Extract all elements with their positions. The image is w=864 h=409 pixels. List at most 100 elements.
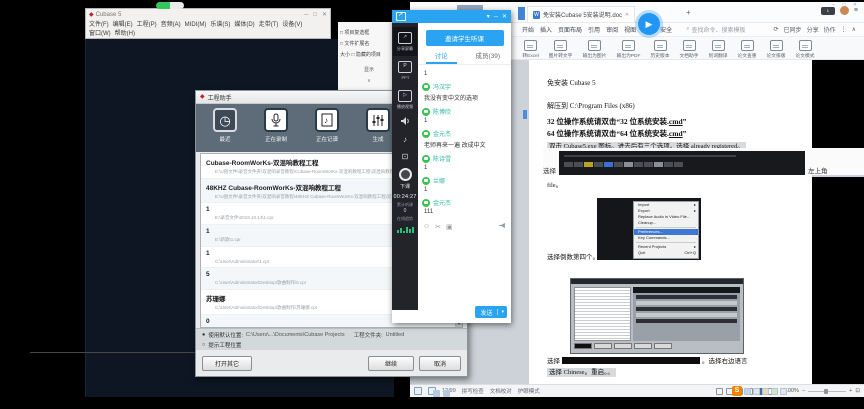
cancel-button[interactable]: 取消 (419, 356, 461, 371)
wps-menu-review[interactable]: 审阅 (606, 25, 618, 34)
tab-discussion[interactable]: 讨论 (418, 50, 465, 64)
category-recent[interactable]: ◷ 最近 (202, 108, 248, 148)
cubase-maximize-button[interactable]: □ (313, 12, 317, 18)
screenshot-scissors-icon[interactable]: ✂ (435, 223, 441, 231)
emoji-icon[interactable]: ☺ (423, 223, 430, 230)
classroom-titlebar[interactable]: ▾ ─ ✕ (392, 10, 511, 23)
zoom-slider[interactable] (808, 391, 846, 392)
send-button[interactable]: 发送 ▾ (475, 306, 507, 318)
cubase-menu-edit[interactable]: 编辑(E) (113, 21, 133, 30)
cubase-menu-project[interactable]: 工程(P) (137, 21, 157, 30)
cubase-menu-file[interactable]: 文件(F) (89, 21, 109, 30)
radio-on-icon[interactable]: ● (202, 332, 205, 338)
spellcheck-label[interactable]: 拼写检查 (462, 387, 484, 395)
ime-tool-icon[interactable] (771, 388, 778, 395)
zoom-in-button[interactable]: + (849, 388, 852, 394)
wps-menu-insert[interactable]: 插入 (540, 25, 552, 34)
image-upload-icon[interactable]: ▣ (446, 223, 453, 231)
category-recording[interactable]: 正在录制 (253, 108, 299, 148)
cubase-titlebar[interactable]: ◆ Cubase 5 ─ □ ✕ (86, 9, 330, 20)
sidebar-share-screen[interactable]: ↗ 分享屏幕 (393, 27, 417, 56)
music-icon[interactable]: ♪ (403, 131, 407, 148)
zoom-out-button[interactable]: − (802, 388, 805, 394)
ime-settings-icon[interactable] (780, 388, 787, 395)
project-folder-value[interactable]: Untitled (386, 332, 405, 338)
toolbar-export-image[interactable]: 输出为图片 (582, 40, 607, 59)
wps-menu-security[interactable]: 安全 (660, 25, 672, 34)
chat-message-list[interactable]: 1 冯汉宇 我没有变中文的选项 陈博欣 1 金元杰 老师再来一遍 改成中文 陈诗… (418, 65, 511, 220)
cubase-menu-window[interactable]: 窗口(W) (89, 30, 111, 39)
document-page[interactable]: 免安装 Cubase 5 解压到 C:\Program Files (x86) … (529, 60, 812, 384)
toolbar-image-to-text[interactable]: 图片转文字 (548, 40, 573, 59)
checkbox-icon[interactable]: □ (351, 52, 354, 58)
toolbar-paper-check[interactable]: 论文查重 (737, 40, 757, 59)
tab-close-icon[interactable]: ✕ (625, 12, 629, 18)
radio-off-icon[interactable]: ○ (202, 342, 205, 348)
toolbar-doc-assistant[interactable]: 文档助手 (679, 40, 699, 59)
fit-page-icon[interactable]: ⊡ (855, 388, 860, 394)
ime-mode-icon[interactable] (744, 388, 751, 395)
wps-document-tab[interactable]: W 免安装Cubase 5安装说明.doc ✕ (527, 6, 635, 22)
video-play-overlay[interactable]: ▶ (638, 13, 660, 35)
chat-input-area[interactable] (418, 233, 511, 306)
open-other-button[interactable]: 打开其它 (202, 356, 252, 371)
new-tab-button[interactable]: + (686, 8, 691, 17)
category-scoring[interactable]: ♪ 正在记谱 (304, 108, 350, 148)
dropdown-icon[interactable]: ▾ (487, 14, 490, 20)
toolbar-history-versions[interactable]: 历史版本 (650, 40, 670, 59)
checkbox-icon[interactable]: □ (340, 41, 343, 47)
sync-status-label[interactable]: 已同步 (784, 25, 802, 34)
tab-members[interactable]: 成员(39) (465, 50, 512, 64)
notification-badge[interactable]: 1 (821, 7, 835, 15)
cubase-menu-devices[interactable]: 设备(V) (282, 21, 302, 30)
announce-horn-icon[interactable] (499, 222, 506, 231)
cubase-menu-media[interactable]: 媒体(D) (234, 21, 254, 30)
wps-menu-references[interactable]: 引用 (588, 25, 600, 34)
cubase-minimize-button[interactable]: ─ (304, 12, 308, 18)
screen-share-icon[interactable] (396, 12, 406, 21)
more-icon[interactable]: ⋮ (841, 26, 847, 33)
sidebar-play-video[interactable]: ▷ 播放视频 (393, 85, 417, 114)
wps-menu-page-layout[interactable]: 页面布局 (558, 25, 582, 34)
default-location-path[interactable]: C:\Users\...\Documents\Cubase Projects (246, 332, 345, 338)
ime-punct-icon[interactable] (753, 388, 760, 395)
wps-menu-view[interactable]: 视图 (624, 25, 636, 34)
end-class-button[interactable]: 下课 (399, 168, 412, 190)
fullscreen-view-icon[interactable] (716, 388, 723, 395)
cubase-menu-score[interactable]: 乐谱(S) (210, 21, 230, 30)
hamburger-menu-icon[interactable]: ≡ (854, 7, 858, 14)
checkbox-icon[interactable]: □ (340, 30, 343, 36)
sidebar-ppt[interactable]: P PPT (393, 56, 417, 85)
invite-students-button[interactable]: 邀请学生听课 (426, 30, 504, 46)
proofing-label[interactable]: 文档校对 (490, 387, 512, 395)
minimize-icon[interactable]: ─ (494, 14, 498, 20)
send-options-caret[interactable]: ▾ (497, 309, 507, 315)
share-button[interactable]: 分享 (807, 25, 819, 34)
use-default-location-label[interactable]: 使用默认位置: (208, 331, 243, 339)
collapse-ribbon-icon[interactable]: ∧ (852, 26, 856, 33)
fullscreen-icon[interactable]: ⊡ (402, 148, 409, 165)
toolbar-paper-mode[interactable]: 论文模式 (795, 40, 815, 59)
avatar[interactable] (840, 6, 849, 15)
ime-emoji-icon[interactable] (762, 388, 769, 395)
cubase-menu-help[interactable]: 帮助(H) (115, 30, 135, 39)
chevron-down-icon[interactable]: ∨ (340, 76, 398, 87)
cubase-menu-audio[interactable]: 音频(A) (161, 21, 181, 30)
toolbar-export-pdf[interactable]: 输出为PDF (616, 40, 641, 59)
toolbar-word-translate[interactable]: 划词翻译 (708, 40, 728, 59)
page-view-icon[interactable] (414, 387, 422, 395)
eye-mode-label[interactable]: 护眼模式 (518, 387, 540, 395)
prompt-location-label[interactable]: 提示工程位置 (208, 341, 241, 349)
cubase-menu-transport[interactable]: 走带(T) (259, 21, 279, 30)
toolbar-paper-layout[interactable]: 论文排版 (766, 40, 786, 59)
collab-button[interactable]: 协作 (824, 25, 836, 34)
toolbar-to-excel[interactable]: 转Excel (522, 40, 539, 59)
continue-button[interactable]: 继续 (368, 356, 414, 371)
speaker-icon[interactable] (401, 114, 410, 131)
cubase-close-button[interactable]: ✕ (322, 12, 327, 18)
sogou-logo-icon[interactable]: S (732, 386, 742, 396)
wps-menu-home[interactable]: 开始 (522, 25, 534, 34)
cubase-menu-midi[interactable]: MIDI(M) (185, 21, 207, 30)
close-icon[interactable]: ✕ (502, 14, 507, 20)
command-search[interactable]: ⌕ 查找命令、搜索模板 (686, 25, 745, 34)
